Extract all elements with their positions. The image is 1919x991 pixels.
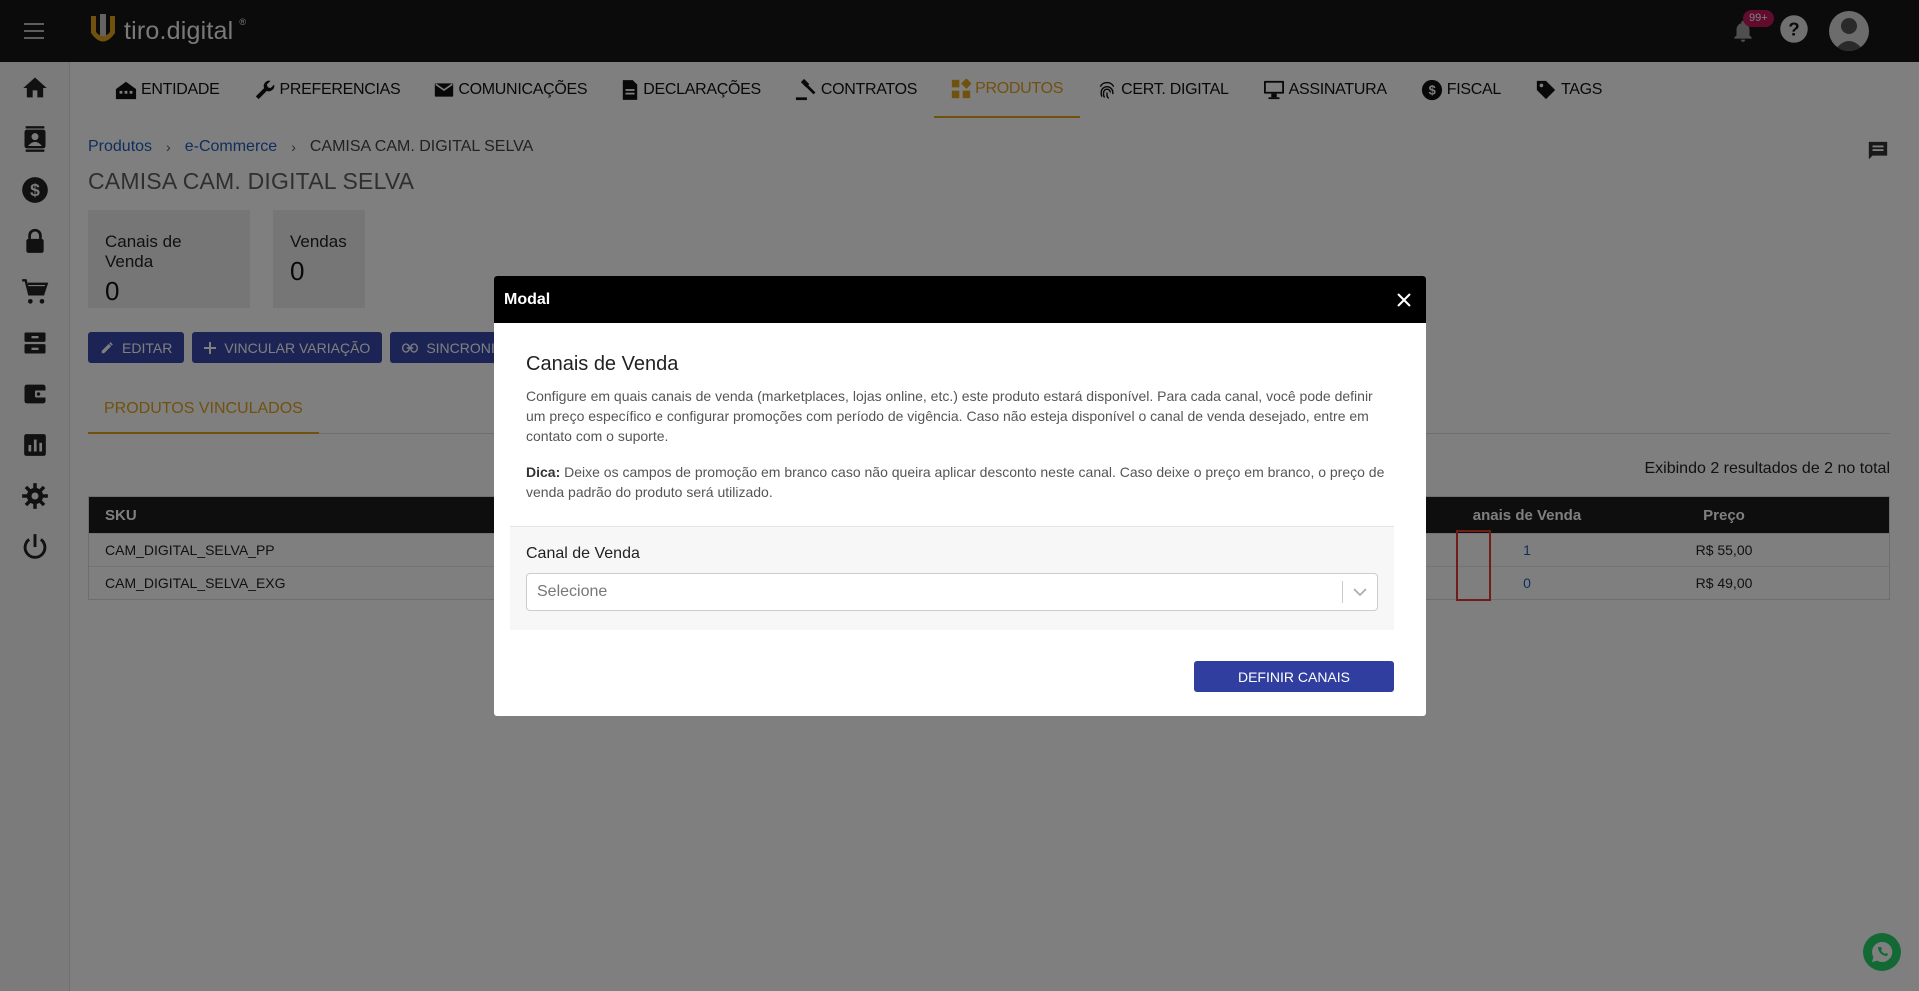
canal-field-label: Canal de Venda xyxy=(526,545,640,562)
modal-header: Modal xyxy=(494,276,1426,323)
define-channels-button[interactable]: DEFINIR CANAIS xyxy=(1194,661,1394,692)
canais-de-venda-modal: Modal Canais de Venda Configure em quais… xyxy=(494,276,1426,716)
canal-select-placeholder: Selecione xyxy=(537,583,608,600)
tip-text: Deixe os campos de promoção em branco ca… xyxy=(526,464,1385,500)
modal-heading: Canais de Venda xyxy=(526,353,679,375)
chevron-down-icon xyxy=(1353,587,1367,596)
canal-field-group: Canal de Venda Selecione xyxy=(510,526,1394,630)
modal-close-button[interactable] xyxy=(1392,288,1416,312)
modal-tip: Dica: Deixe os campos de promoção em bra… xyxy=(526,462,1394,502)
close-icon xyxy=(1397,292,1411,307)
select-dropdown-indicator[interactable] xyxy=(1342,581,1377,603)
modal-title: Modal xyxy=(504,290,551,308)
tip-label: Dica: xyxy=(526,464,561,480)
modal-description: Configure em quais canais de venda (mark… xyxy=(526,388,1373,444)
modal-body: Canais de Venda Configure em quais canai… xyxy=(494,353,1426,502)
canal-select[interactable]: Selecione xyxy=(526,573,1378,611)
